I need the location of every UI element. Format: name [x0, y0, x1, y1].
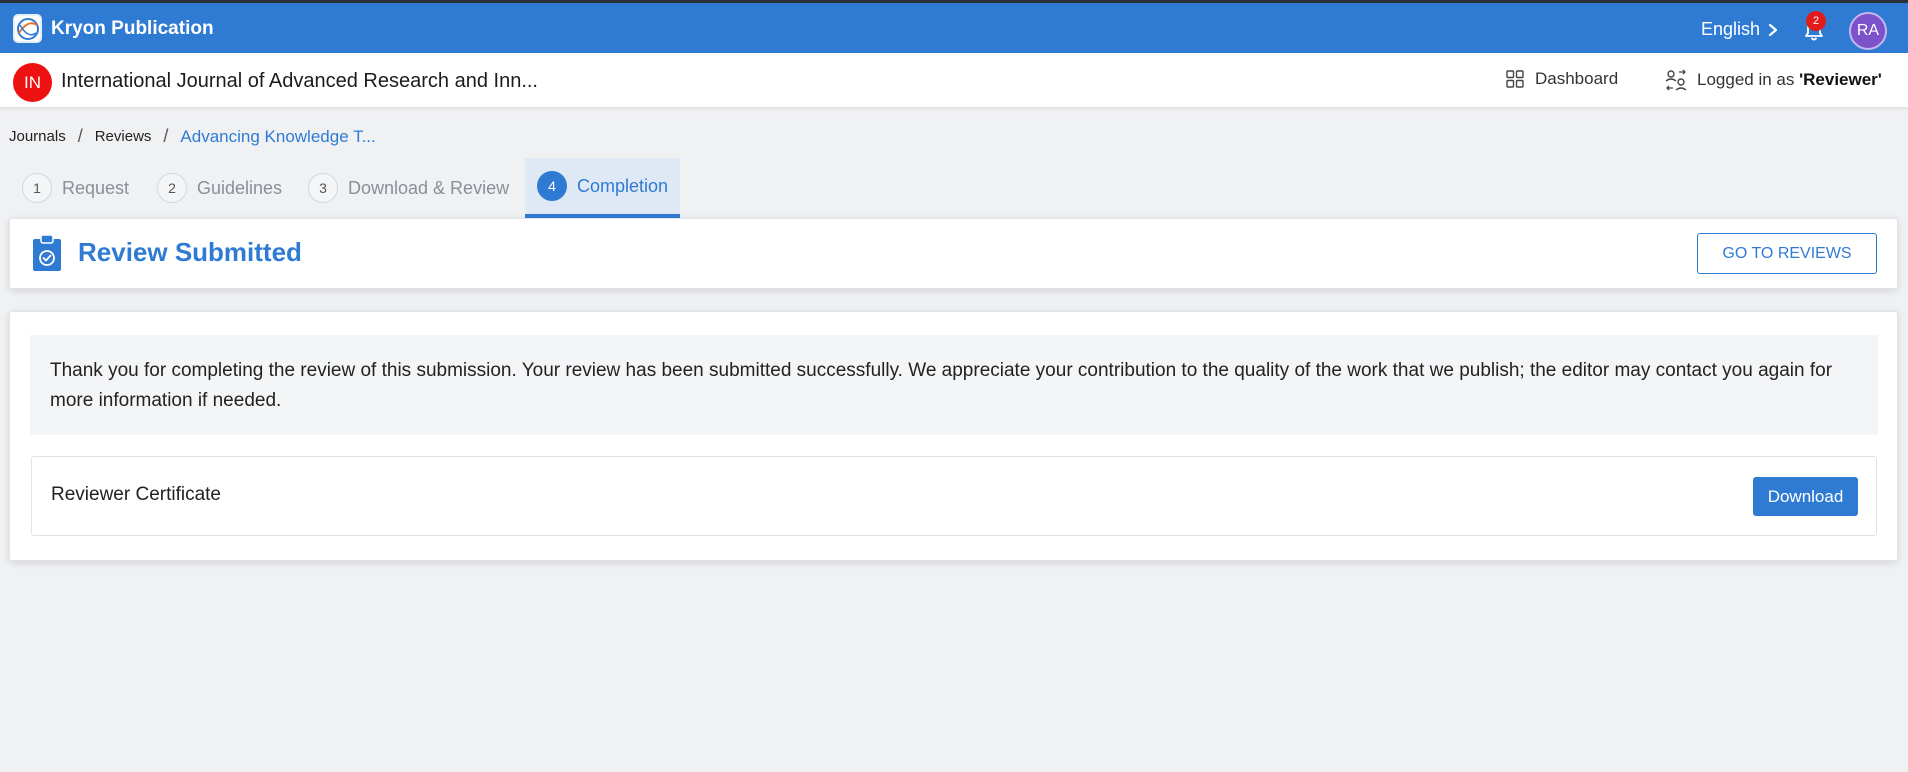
review-submitted-card: Review Submitted GO TO REVIEWS	[9, 218, 1898, 289]
breadcrumb-reviews[interactable]: Reviews	[95, 128, 152, 145]
dashboard-label: Dashboard	[1535, 69, 1619, 88]
step-completion[interactable]: 4 Completion	[525, 158, 681, 218]
step-number: 1	[22, 173, 52, 203]
journal-header: IN International Journal of Advanced Res…	[0, 53, 1908, 107]
notification-count-badge: 2	[1806, 11, 1826, 31]
user-avatar[interactable]: RA	[1849, 12, 1887, 50]
certificate-row: Reviewer Certificate Download	[31, 456, 1877, 536]
logged-in-role: 'Reviewer'	[1799, 70, 1882, 89]
chevron-right-icon	[1768, 23, 1778, 36]
journal-badge: IN	[13, 63, 52, 102]
step-number: 2	[157, 173, 187, 203]
clipboard-check-icon	[33, 234, 61, 271]
switch-user-icon	[1665, 69, 1687, 91]
step-number: 3	[308, 173, 338, 203]
breadcrumb-separator: /	[77, 126, 83, 146]
top-bar: Kryon Publication English 2 RA	[0, 0, 1908, 53]
dashboard-link[interactable]: Dashboard	[1506, 69, 1618, 89]
download-certificate-button[interactable]: Download	[1753, 477, 1858, 516]
dashboard-grid-icon	[1506, 70, 1524, 88]
certificate-label: Reviewer Certificate	[51, 484, 221, 505]
language-selector[interactable]: English	[1701, 19, 1778, 40]
completion-message: Thank you for completing the review of t…	[30, 335, 1878, 435]
step-label: Guidelines	[197, 177, 283, 198]
brand-logo-icon[interactable]	[13, 14, 42, 43]
breadcrumb-current: Advancing Knowledge T...	[180, 126, 376, 146]
page-title: Review Submitted	[78, 237, 302, 267]
step-label: Completion	[577, 175, 669, 196]
logged-in-prefix: Logged in as	[1697, 70, 1800, 89]
step-download-review[interactable]: 3 Download & Review	[308, 158, 509, 218]
breadcrumb-separator: /	[163, 126, 169, 146]
step-number: 4	[537, 171, 567, 201]
step-request[interactable]: 1 Request	[22, 158, 129, 218]
journal-title[interactable]: International Journal of Advanced Resear…	[61, 70, 538, 93]
brand-name[interactable]: Kryon Publication	[51, 18, 214, 40]
completion-card: Thank you for completing the review of t…	[9, 311, 1898, 561]
step-label: Request	[62, 177, 130, 198]
step-guidelines[interactable]: 2 Guidelines	[157, 158, 282, 218]
go-to-reviews-button[interactable]: GO TO REVIEWS	[1697, 233, 1877, 274]
breadcrumb: Journals / Reviews / Advancing Knowledge…	[9, 126, 376, 147]
breadcrumb-journals[interactable]: Journals	[9, 128, 66, 145]
logged-in-text: Logged in as 'Reviewer'	[1697, 70, 1882, 90]
language-label: English	[1701, 19, 1761, 39]
step-label: Download & Review	[348, 177, 510, 198]
logged-in-status[interactable]: Logged in as 'Reviewer'	[1665, 69, 1882, 91]
